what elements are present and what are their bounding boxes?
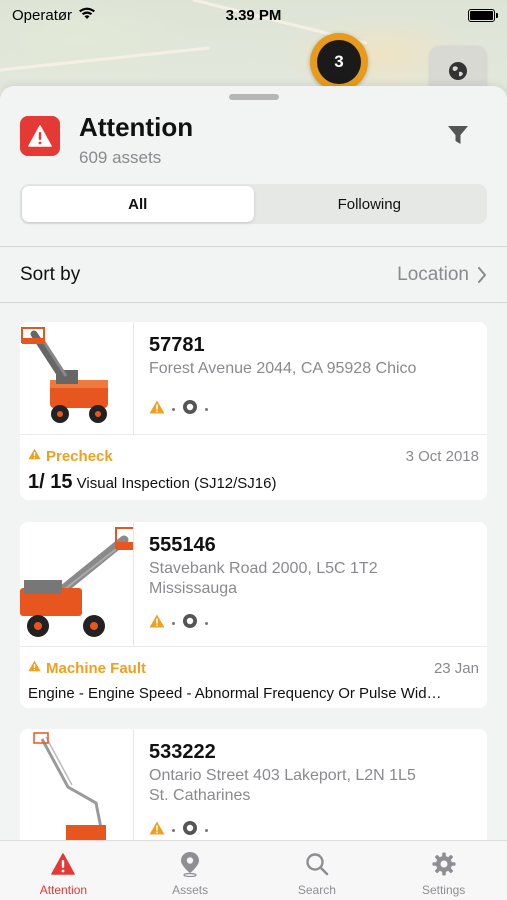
status-time: 3.39 PM [225,6,282,24]
gear-icon [432,851,456,877]
asset-card[interactable]: 57781 Forest Avenue 2044, CA 95928 Chico [20,322,487,500]
search-icon [305,851,329,877]
address-line: Mississauga [149,580,238,597]
tab-label: Settings [421,883,466,897]
tab-label: Assets [172,883,209,897]
battery-icon [468,8,498,22]
alert-description: Engine - Engine Speed - Abnormal Frequen… [28,685,442,702]
telematics-icon [182,613,198,634]
asset-id: 57781 [149,334,205,356]
asset-status-icons [149,399,208,420]
location-pin-icon [179,851,201,877]
tab-assets[interactable]: Assets [127,841,254,900]
precheck-progress: 1/ 15 [28,471,73,493]
asset-thumbnail [20,322,134,434]
tab-label: Search [297,883,336,897]
asset-status-icons [149,613,208,634]
address-line: St. Catharines [149,787,251,804]
asset-id: 555146 [149,534,216,556]
address-line: Stavebank Road 2000, L5C 1T2 [149,560,378,577]
asset-thumbnail [20,522,134,646]
alert-date: 23 Jan [433,659,479,677]
address-line: Forest Avenue 2044, CA 95928 Chico [149,360,417,377]
wifi-icon [78,6,96,24]
alert-type: Precheck [46,447,113,465]
tab-attention[interactable]: Attention [0,841,127,900]
warning-icon [28,659,41,677]
warning-icon [149,821,165,840]
sheet-header: Attention 609 assets [20,112,487,172]
warning-icon [149,400,165,419]
asset-address: Forest Avenue 2044, CA 95928 Chico [149,359,469,379]
filter-icon [447,124,469,151]
warning-icon [51,851,76,877]
telematics-icon [182,399,198,420]
warning-icon [28,447,41,465]
sheet-grabber[interactable] [229,94,279,100]
segment-all[interactable]: All [22,186,254,222]
attention-sheet: Attention 609 assets All Following Sort … [0,86,507,900]
alert-type: Machine Fault [46,659,147,677]
segment-following[interactable]: Following [254,186,486,222]
alert-description: 1/ 15 Visual Inspection (SJ12/SJ16) [28,471,479,494]
warning-icon [149,614,165,633]
asset-id: 533222 [149,741,216,763]
alert-description-text: Visual Inspection (SJ12/SJ16) [76,475,277,492]
divider [0,302,507,303]
status-bar: Operatør 3.39 PM [0,0,507,30]
tab-bar: Attention Assets Search Settings [0,840,507,900]
chevron-right-icon [477,267,487,283]
sort-value: Location [397,264,469,285]
asset-address: Ontario Street 403 Lakeport, L2N 1L5 St.… [149,766,469,806]
tab-settings[interactable]: Settings [380,841,507,900]
asset-card[interactable]: 555146 Stavebank Road 2000, L5C 1T2 Miss… [20,522,487,708]
globe-icon [448,61,468,86]
asset-status-icons [149,820,208,841]
attention-badge-icon [20,116,60,156]
sort-label: Sort by [20,264,81,285]
asset-count: 609 assets [79,148,162,167]
carrier-name: Operatør [12,6,73,24]
address-line: Ontario Street 403 Lakeport, L2N 1L5 [149,767,416,784]
sort-row[interactable]: Sort by Location [0,247,507,303]
telematics-icon [182,820,198,841]
tab-label: Attention [39,883,88,897]
tab-search[interactable]: Search [254,841,381,900]
filter-button[interactable] [443,122,473,152]
asset-address: Stavebank Road 2000, L5C 1T2 Mississauga [149,559,469,599]
alert-date: 3 Oct 2018 [405,447,479,465]
cluster-count: 3 [317,40,361,84]
page-title: Attention [79,112,194,142]
segmented-control: All Following [20,184,487,224]
map-cluster-pin[interactable]: 3 [310,33,368,91]
map-road [0,46,210,73]
